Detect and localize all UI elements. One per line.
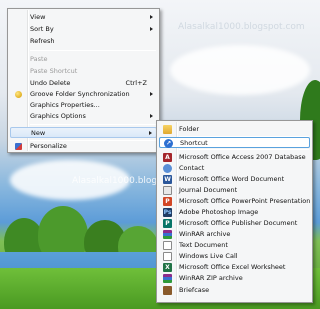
new-item-word-doc[interactable]: W Microsoft Office Word Document bbox=[159, 174, 310, 185]
menu-item-groove-sync[interactable]: Groove Folder Synchronization bbox=[10, 89, 157, 100]
new-item-shortcut[interactable]: ↗ Shortcut bbox=[159, 137, 310, 148]
journal-icon bbox=[163, 186, 172, 195]
briefcase-icon bbox=[163, 286, 172, 295]
menu-item-view[interactable]: View bbox=[10, 12, 157, 23]
powerpoint-icon: P bbox=[163, 197, 172, 206]
menu-item-graphics-options[interactable]: Graphics Options bbox=[10, 111, 157, 122]
groove-icon bbox=[15, 91, 22, 98]
new-item-access-db[interactable]: A Microsoft Office Access 2007 Database bbox=[159, 152, 310, 163]
menu-item-personalize[interactable]: Personalize bbox=[10, 141, 157, 152]
menu-item-label: Contact bbox=[179, 164, 205, 172]
menu-item-label: Microsoft Office Excel Worksheet bbox=[179, 263, 286, 271]
publisher-icon: P bbox=[163, 219, 172, 228]
folder-icon bbox=[163, 125, 172, 134]
new-item-briefcase[interactable]: Briefcase bbox=[159, 285, 310, 296]
winrar-icon bbox=[163, 230, 172, 239]
menu-item-label: Graphics Options bbox=[30, 112, 86, 120]
new-item-journal[interactable]: Journal Document bbox=[159, 185, 310, 196]
new-item-folder[interactable]: Folder bbox=[159, 124, 310, 135]
new-submenu: Folder ↗ Shortcut A Microsoft Office Acc… bbox=[156, 120, 313, 303]
menu-item-label: Sort By bbox=[30, 25, 54, 33]
access-icon: A bbox=[163, 153, 172, 162]
menu-item-label: Folder bbox=[179, 125, 200, 133]
watermark: Alasalkal1000.blogspot.com bbox=[178, 22, 305, 32]
personalize-icon bbox=[15, 143, 22, 150]
text-icon bbox=[163, 241, 172, 250]
excel-icon: X bbox=[163, 263, 172, 272]
menu-item-label: View bbox=[30, 13, 46, 21]
menu-item-label: Paste Shortcut bbox=[30, 67, 78, 75]
menu-item-label: Microsoft Office Word Document bbox=[179, 175, 285, 183]
new-item-winrar-zip[interactable]: WinRAR ZIP archive bbox=[159, 273, 310, 284]
menu-item-label: Groove Folder Synchronization bbox=[30, 90, 130, 98]
photoshop-icon: Ps bbox=[163, 208, 172, 217]
menu-item-label: Adobe Photoshop Image bbox=[179, 208, 259, 216]
menu-item-refresh[interactable]: Refresh bbox=[10, 36, 157, 47]
menu-item-paste[interactable]: Paste bbox=[10, 54, 157, 65]
new-item-photoshop[interactable]: Ps Adobe Photoshop Image bbox=[159, 207, 310, 218]
winrar-zip-icon bbox=[163, 274, 172, 283]
new-item-contact[interactable]: Contact bbox=[159, 163, 310, 174]
menu-item-label: Refresh bbox=[30, 37, 55, 45]
new-item-live-call[interactable]: Windows Live Call bbox=[159, 251, 310, 262]
new-item-publisher[interactable]: P Microsoft Office Publisher Document bbox=[159, 218, 310, 229]
menu-separator bbox=[30, 50, 156, 51]
new-item-excel[interactable]: X Microsoft Office Excel Worksheet bbox=[159, 262, 310, 273]
menu-item-label: WinRAR ZIP archive bbox=[179, 274, 243, 282]
menu-item-label: New bbox=[31, 129, 46, 137]
submenu-arrow-icon bbox=[150, 27, 153, 31]
menu-item-label: Microsoft Office PowerPoint Presentation bbox=[179, 197, 311, 205]
word-icon: W bbox=[163, 175, 172, 184]
menu-item-undo-delete[interactable]: Undo Delete Ctrl+Z bbox=[10, 78, 157, 89]
new-item-text-doc[interactable]: Text Document bbox=[159, 240, 310, 251]
contact-icon bbox=[163, 164, 172, 173]
desktop-context-menu: View Sort By Refresh Paste Paste Shortcu… bbox=[7, 8, 160, 153]
submenu-arrow-icon bbox=[150, 114, 153, 118]
menu-item-new[interactable]: New bbox=[10, 127, 157, 138]
menu-item-sort-by[interactable]: Sort By bbox=[10, 24, 157, 35]
menu-separator bbox=[30, 124, 156, 125]
menu-item-label: Microsoft Office Publisher Document bbox=[179, 219, 298, 227]
shortcut-icon: ↗ bbox=[164, 139, 173, 148]
submenu-arrow-icon bbox=[150, 15, 153, 19]
menu-item-label: Windows Live Call bbox=[179, 252, 238, 260]
submenu-arrow-icon bbox=[150, 92, 153, 96]
menu-item-label: Graphics Properties... bbox=[30, 101, 100, 109]
wallpaper-cloud bbox=[170, 45, 310, 95]
menu-item-label: Journal Document bbox=[179, 186, 238, 194]
menu-item-label: WinRAR archive bbox=[179, 230, 231, 238]
menu-item-label: Personalize bbox=[30, 142, 67, 150]
menu-item-label: Microsoft Office Access 2007 Database bbox=[179, 153, 306, 161]
menu-item-label: Briefcase bbox=[179, 286, 210, 294]
menu-item-shortcut: Ctrl+Z bbox=[125, 79, 147, 87]
new-item-powerpoint[interactable]: P Microsoft Office PowerPoint Presentati… bbox=[159, 196, 310, 207]
new-item-winrar[interactable]: WinRAR archive bbox=[159, 229, 310, 240]
menu-item-graphics-properties[interactable]: Graphics Properties... bbox=[10, 100, 157, 111]
menu-item-label: Text Document bbox=[179, 241, 228, 249]
menu-item-label: Paste bbox=[30, 55, 48, 63]
submenu-arrow-icon bbox=[149, 131, 152, 135]
menu-item-label: Shortcut bbox=[180, 139, 208, 147]
live-call-icon bbox=[163, 252, 172, 261]
menu-item-paste-shortcut[interactable]: Paste Shortcut bbox=[10, 66, 157, 77]
menu-item-label: Undo Delete bbox=[30, 79, 71, 87]
menu-separator bbox=[179, 149, 309, 150]
